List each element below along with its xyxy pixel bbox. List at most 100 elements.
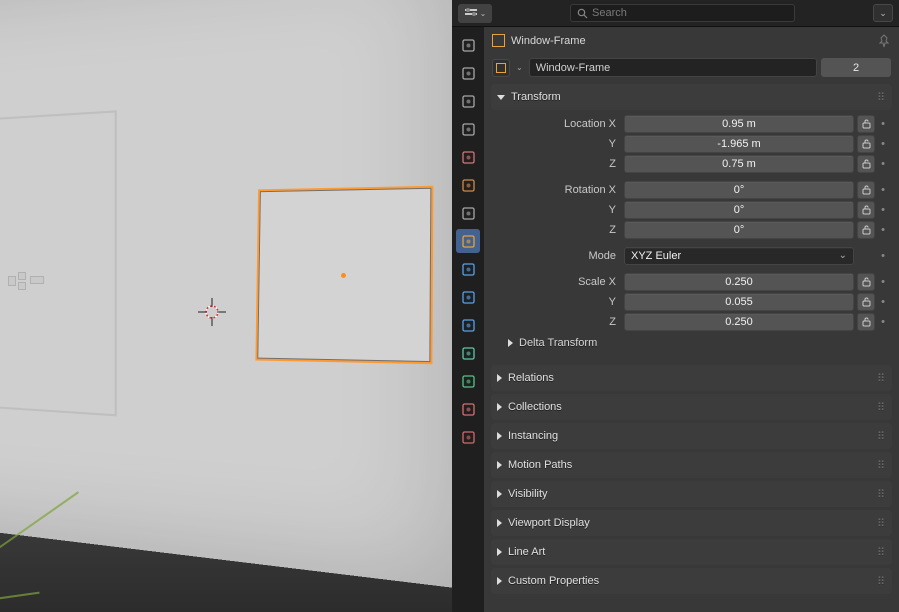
- tab-viewlayer[interactable]: [456, 117, 480, 141]
- search-input[interactable]: Search: [570, 4, 795, 22]
- panel-header-custom-properties[interactable]: Custom Properties⠿: [491, 568, 892, 594]
- disclosure-right-icon: [497, 403, 502, 411]
- object-icon: [496, 63, 506, 73]
- tab-tool[interactable]: [456, 33, 480, 57]
- animate-property-button[interactable]: •: [879, 276, 887, 288]
- animate-property-button[interactable]: •: [879, 118, 887, 130]
- panel-grip-icon[interactable]: ⠿: [877, 575, 886, 588]
- number-field[interactable]: 0.250: [624, 273, 854, 291]
- search-icon: [577, 8, 588, 19]
- number-field[interactable]: 0°: [624, 181, 854, 199]
- panel-header-transform[interactable]: Transform ⠿: [491, 84, 892, 110]
- panel-header-motion-paths[interactable]: Motion Paths⠿: [491, 452, 892, 478]
- tab-data[interactable]: [456, 369, 480, 393]
- panel-grip-icon[interactable]: ⠿: [877, 91, 886, 104]
- disclosure-down-icon: [497, 95, 505, 100]
- scene-door-handle: [8, 272, 48, 290]
- tab-render[interactable]: [456, 61, 480, 85]
- options-dropdown[interactable]: ⌄: [873, 4, 893, 22]
- panel-grip-icon[interactable]: ⠿: [877, 430, 886, 443]
- panel-grip-icon[interactable]: ⠿: [877, 372, 886, 385]
- prop-row: Scale X0.250•: [496, 272, 887, 291]
- tab-object[interactable]: [456, 229, 480, 253]
- subpanel-delta-transform[interactable]: Delta Transform: [496, 332, 887, 354]
- unlock-icon: [862, 185, 871, 195]
- panel-title: Line Art: [508, 546, 545, 558]
- lock-button[interactable]: [857, 135, 875, 153]
- panel-header-relations[interactable]: Relations⠿: [491, 365, 892, 391]
- users-count[interactable]: 2: [821, 58, 891, 77]
- lock-button[interactable]: [857, 201, 875, 219]
- animate-property-button[interactable]: •: [879, 250, 887, 262]
- texture-icon: [461, 430, 476, 445]
- panel-header-line-art[interactable]: Line Art ⠿: [491, 539, 892, 565]
- tool-icon: [461, 38, 476, 53]
- properties-editor: ⌄ Search ⌄: [452, 0, 899, 612]
- selected-object-window-frame[interactable]: [255, 186, 433, 364]
- panel-title: Visibility: [508, 488, 548, 500]
- viewlayer-icon: [461, 122, 476, 137]
- panel-header-viewport-display[interactable]: Viewport Display⠿: [491, 510, 892, 536]
- number-field[interactable]: 0.250: [624, 313, 854, 331]
- panel-grip-icon[interactable]: ⠿: [877, 488, 886, 501]
- animate-property-button[interactable]: •: [879, 224, 887, 236]
- datablock-row: ⌄ Window-Frame 2: [484, 54, 899, 81]
- panel-header-visibility[interactable]: Visibility ⠿: [491, 481, 892, 507]
- lock-button[interactable]: [857, 273, 875, 291]
- lock-button[interactable]: [857, 221, 875, 239]
- animate-property-button[interactable]: •: [879, 316, 887, 328]
- panel-body-transform: Location X0.95 m•Y-1.965 m•Z0.75 m•Rotat…: [484, 110, 899, 362]
- properties-icon: [464, 6, 478, 20]
- disclosure-right-icon: [497, 490, 502, 498]
- unlock-icon: [862, 297, 871, 307]
- prop-label: Z: [496, 316, 624, 328]
- rotation-mode-dropdown[interactable]: XYZ Euler: [624, 247, 854, 265]
- viewport-3d[interactable]: [0, 0, 452, 612]
- properties-header: ⌄ Search ⌄: [452, 0, 899, 27]
- render-icon: [461, 66, 476, 81]
- tab-texture[interactable]: [456, 425, 480, 449]
- scene-door-frame: [0, 110, 117, 416]
- tab-output[interactable]: [456, 89, 480, 113]
- number-field[interactable]: 0°: [624, 221, 854, 239]
- panel-grip-icon[interactable]: ⠿: [877, 546, 886, 559]
- disclosure-right-icon: [497, 577, 502, 585]
- chevron-down-icon: ⌄: [879, 8, 887, 19]
- number-field[interactable]: 0.75 m: [624, 155, 854, 173]
- panel-grip-icon[interactable]: ⠿: [877, 401, 886, 414]
- number-field[interactable]: -1.965 m: [624, 135, 854, 153]
- lock-button[interactable]: [857, 293, 875, 311]
- prop-label: Y: [496, 138, 624, 150]
- number-field[interactable]: 0.95 m: [624, 115, 854, 133]
- panel-grip-icon[interactable]: ⠿: [877, 459, 886, 472]
- tab-material[interactable]: [456, 397, 480, 421]
- tab-particles[interactable]: [456, 285, 480, 309]
- animate-property-button[interactable]: •: [879, 184, 887, 196]
- panel-header-collections[interactable]: Collections⠿: [491, 394, 892, 420]
- tab-physics[interactable]: [456, 313, 480, 337]
- object-name-field[interactable]: Window-Frame: [529, 58, 817, 77]
- disclosure-right-icon: [497, 461, 502, 469]
- number-field[interactable]: 0°: [624, 201, 854, 219]
- world-icon: [461, 178, 476, 193]
- panel-header-instancing[interactable]: Instancing⠿: [491, 423, 892, 449]
- animate-property-button[interactable]: •: [879, 296, 887, 308]
- lock-button[interactable]: [857, 115, 875, 133]
- unlock-icon: [862, 139, 871, 149]
- lock-button[interactable]: [857, 155, 875, 173]
- lock-button[interactable]: [857, 313, 875, 331]
- editor-type-dropdown[interactable]: ⌄: [458, 4, 492, 23]
- animate-property-button[interactable]: •: [879, 204, 887, 216]
- datablock-icon-button[interactable]: [492, 59, 510, 77]
- number-field[interactable]: 0.055: [624, 293, 854, 311]
- animate-property-button[interactable]: •: [879, 158, 887, 170]
- panel-grip-icon[interactable]: ⠿: [877, 517, 886, 530]
- tab-world[interactable]: [456, 173, 480, 197]
- animate-property-button[interactable]: •: [879, 138, 887, 150]
- lock-button[interactable]: [857, 181, 875, 199]
- pin-icon[interactable]: [877, 34, 891, 48]
- tab-modifiers[interactable]: [456, 257, 480, 281]
- tab-collection[interactable]: [456, 201, 480, 225]
- tab-constraints[interactable]: [456, 341, 480, 365]
- tab-scene[interactable]: [456, 145, 480, 169]
